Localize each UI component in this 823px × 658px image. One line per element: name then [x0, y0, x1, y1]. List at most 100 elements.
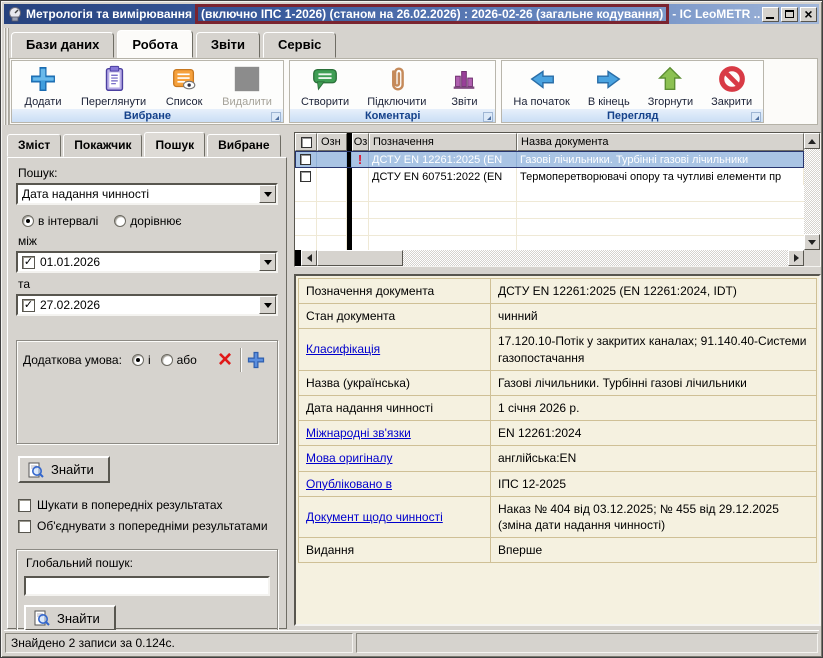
grid-header: Озн Оз Позначення Назва документа — [295, 133, 804, 151]
date-to-combobox[interactable]: 27.02.2026 — [16, 294, 278, 316]
dialog-launcher-icon[interactable] — [483, 112, 493, 122]
dropdown-button[interactable] — [259, 296, 276, 314]
window-title-suffix: - ІС LeoMETR ... — [672, 7, 760, 21]
column-header-ozn[interactable]: Озн — [317, 133, 347, 151]
detail-row: Класифікація 17.120.10-Потік у закритих … — [299, 329, 817, 370]
horizontal-scrollbar[interactable] — [295, 250, 804, 266]
reports-button[interactable]: Звіти — [435, 62, 493, 109]
sidebar-tab-favorites[interactable]: Вибране — [207, 134, 280, 157]
checkbox-icon — [18, 499, 31, 512]
tab-work[interactable]: Робота — [117, 30, 193, 58]
dropdown-button[interactable] — [259, 253, 276, 271]
merge-previous-checkbox[interactable]: Об'єднувати з попередніми результатами — [18, 519, 278, 533]
grid-line — [516, 185, 517, 250]
result-row-selected[interactable]: ! ДСТУ EN 12261:2025 (EN Газові лічильни… — [295, 151, 804, 168]
row-checkbox[interactable] — [300, 154, 311, 165]
tab-reports[interactable]: Звіти — [196, 32, 260, 58]
original-language-link[interactable]: Мова оригіналу — [299, 446, 491, 471]
reports-button-label: Звіти — [451, 96, 477, 108]
vertical-scrollbar[interactable] — [804, 133, 820, 250]
radio-or[interactable]: або — [161, 353, 197, 367]
detail-row: Міжнародні зв'язки EN 12261:2024 — [299, 421, 817, 446]
column-header-name[interactable]: Назва документа — [517, 133, 804, 151]
sidebar-tab-search[interactable]: Пошук — [144, 132, 205, 157]
row-checkbox[interactable] — [300, 171, 311, 182]
to-start-button[interactable]: На початок — [504, 62, 578, 109]
list-button[interactable]: Список — [155, 62, 213, 109]
row-designation: ДСТУ EN 60751:2022 (EN — [369, 168, 517, 185]
sidebar-tab-contents[interactable]: Зміст — [7, 134, 61, 157]
global-search-input[interactable] — [24, 576, 270, 596]
window-title-highlighted: (включно ІПС 1-2026) (станом на 26.02.20… — [195, 4, 669, 24]
search-previous-checkbox[interactable]: Шукати в попередніх результатах — [18, 498, 278, 512]
app-icon — [7, 6, 23, 22]
radio-dot-icon — [161, 354, 173, 366]
radio-and[interactable]: і — [132, 353, 151, 367]
date-from-value: 01.01.2026 — [40, 255, 100, 269]
search-field-combobox[interactable]: Дата надання чинності — [16, 183, 278, 205]
row-name: Термоперетворювачі опору та чутливі елем… — [517, 168, 804, 185]
detail-row: Опубліковано в ІПС 12-2025 — [299, 471, 817, 496]
view-button[interactable]: Переглянути — [72, 62, 155, 109]
date-from-checkbox[interactable] — [22, 256, 35, 269]
minimize-button[interactable] — [762, 7, 779, 22]
radio-equals-label: дорівнює — [130, 214, 181, 228]
radio-equals[interactable]: дорівнює — [114, 214, 181, 228]
row-name: Газові лічильники. Турбінні газові лічил… — [517, 151, 804, 168]
app-window: Метрологія та вимірювання (включно ІПС 1… — [0, 0, 823, 658]
add-button[interactable]: Додати — [14, 62, 72, 109]
ribbon-tab-row: Бази даних Робота Звіти Сервіс — [11, 28, 818, 58]
search-icon — [34, 610, 50, 626]
detail-label: Назва (українська) — [299, 370, 491, 395]
classification-link[interactable]: Класифікація — [299, 329, 491, 370]
scroll-down-button[interactable] — [804, 234, 820, 250]
delete-button-label: Видалити — [222, 96, 272, 108]
column-header-oz[interactable]: Оз — [352, 133, 369, 151]
radio-in-interval[interactable]: в інтервалі — [22, 214, 98, 228]
column-header-designation[interactable]: Позначення — [369, 133, 517, 151]
dropdown-button[interactable] — [259, 185, 276, 203]
dialog-launcher-icon[interactable] — [751, 112, 761, 122]
sidebar-tab-index[interactable]: Покажчик — [63, 134, 142, 157]
close-view-label: Закрити — [711, 96, 752, 108]
scroll-left-button[interactable] — [301, 250, 317, 266]
scroll-right-button[interactable] — [788, 250, 804, 266]
speech-bubble-icon — [310, 64, 340, 94]
maximize-button[interactable] — [781, 7, 798, 22]
close-view-button[interactable]: Закрити — [702, 62, 761, 109]
dialog-launcher-icon[interactable] — [271, 112, 281, 122]
scroll-up-button[interactable] — [804, 133, 820, 149]
date-from-combobox[interactable]: 01.01.2026 — [16, 251, 278, 273]
attach-button[interactable]: Підключити — [358, 62, 435, 109]
scrollbar-thumb[interactable] — [317, 250, 403, 266]
global-find-button[interactable]: Знайти — [24, 605, 116, 631]
find-button[interactable]: Знайти — [18, 456, 110, 483]
create-comment-button[interactable]: Створити — [292, 62, 358, 109]
date-to-checkbox[interactable] — [22, 299, 35, 312]
plus-icon — [246, 350, 266, 370]
paperclip-icon — [382, 64, 412, 94]
tab-service[interactable]: Сервіс — [263, 32, 336, 58]
scrollbar-corner — [804, 250, 820, 266]
detail-label: Позначення документа — [299, 279, 491, 304]
international-relations-link[interactable]: Міжнародні зв'язки — [299, 421, 491, 446]
collapse-button[interactable]: Згорнути — [639, 62, 702, 109]
result-row[interactable]: ДСТУ EN 60751:2022 (EN Термоперетворювач… — [295, 168, 804, 185]
radio-dot-icon — [114, 215, 126, 227]
maximize-icon — [785, 10, 794, 18]
grid-detail-splitter[interactable] — [294, 267, 821, 274]
grid-empty-area — [295, 185, 804, 250]
validity-document-link[interactable]: Документ щодо чинності — [299, 496, 491, 537]
remove-condition-button[interactable]: × — [210, 347, 240, 373]
search-icon — [28, 462, 44, 478]
frozen-column-divider — [347, 185, 352, 250]
to-end-button[interactable]: В кінець — [579, 62, 639, 109]
published-in-link[interactable]: Опубліковано в — [299, 471, 491, 496]
add-condition-button[interactable] — [241, 347, 271, 373]
select-all-header[interactable] — [295, 133, 317, 151]
close-button[interactable] — [800, 7, 817, 22]
tab-databases[interactable]: Бази даних — [11, 32, 114, 58]
list-button-label: Список — [166, 96, 203, 108]
group-view-caption: Перегляд — [502, 109, 763, 122]
group-favorites-caption-label: Вибране — [124, 110, 171, 122]
